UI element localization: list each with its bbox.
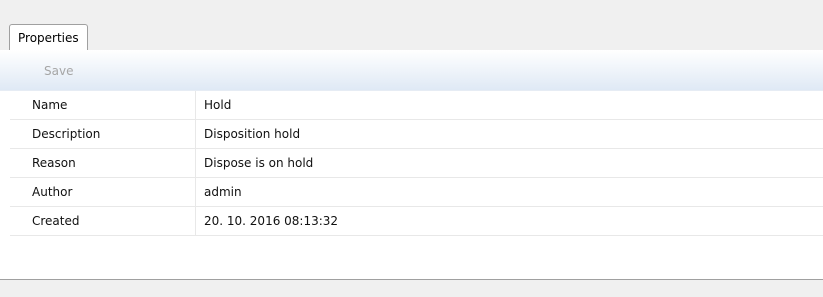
property-grid: Name Hold Description Disposition hold R… [10, 91, 823, 236]
property-row-reason[interactable]: Reason Dispose is on hold [10, 149, 823, 178]
property-label: Created [32, 214, 80, 228]
save-button[interactable]: Save [44, 64, 73, 78]
property-value[interactable]: Dispose is on hold [195, 149, 823, 177]
property-row-name[interactable]: Name Hold [10, 91, 823, 120]
top-strip [0, 0, 823, 22]
property-label: Author [32, 185, 73, 199]
property-value[interactable]: Disposition hold [195, 120, 823, 148]
property-label: Reason [32, 156, 76, 170]
property-row-created[interactable]: Created 20. 10. 2016 08:13:32 [10, 207, 823, 236]
tab-bar: Properties [0, 22, 823, 51]
property-value[interactable]: Hold [195, 91, 823, 119]
property-row-description[interactable]: Description Disposition hold [10, 120, 823, 149]
property-label: Name [32, 98, 68, 112]
properties-panel: Save Name Hold Description Disposition h… [0, 50, 823, 280]
tab-properties[interactable]: Properties [9, 24, 88, 51]
properties-window: Properties Save Name Hold Description Di… [0, 0, 823, 297]
property-value[interactable]: 20. 10. 2016 08:13:32 [195, 207, 823, 235]
toolbar: Save [0, 50, 823, 91]
property-row-author[interactable]: Author admin [10, 178, 823, 207]
property-label: Description [32, 127, 101, 141]
property-value[interactable]: admin [195, 178, 823, 206]
bottom-strip [0, 280, 823, 297]
